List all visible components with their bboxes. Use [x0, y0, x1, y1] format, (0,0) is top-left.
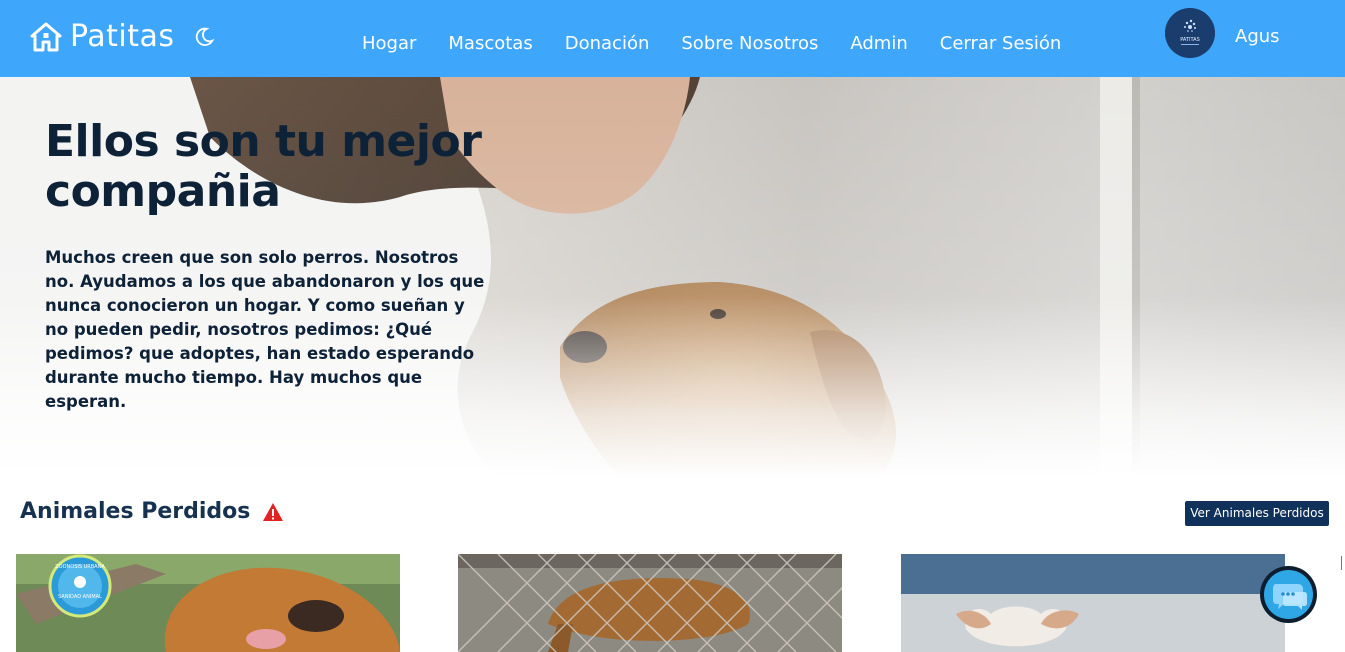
main-nav: Hogar Mascotas Donación Sobre Nosotros A…	[362, 33, 1093, 55]
nav-sobre-nosotros[interactable]: Sobre Nosotros	[681, 33, 818, 55]
lost-animals-heading: Animales Perdidos	[20, 498, 284, 526]
lost-animal-card[interactable]	[458, 554, 842, 652]
hero-description: Muchos creen que son solo perros. Nosotr…	[45, 248, 485, 411]
lost-animal-card[interactable]	[901, 554, 1285, 652]
lost-animal-photo	[901, 554, 1285, 652]
warning-icon	[263, 503, 284, 521]
svg-text:ZOONOSIS URBANA: ZOONOSIS URBANA	[55, 564, 105, 570]
brand-link[interactable]: Patitas	[30, 20, 215, 54]
nav-mascotas[interactable]: Mascotas	[448, 33, 532, 55]
nav-donacion[interactable]: Donación	[565, 33, 650, 55]
section-title: Animales Perdidos	[20, 499, 251, 524]
chat-bubble-icon	[1273, 584, 1307, 610]
hero-banner: Ellos son tu mejor compañia Muchos creen…	[0, 77, 1345, 477]
nav-hogar[interactable]: Hogar	[362, 33, 416, 55]
hero-title: Ellos son tu mejor compañia	[45, 116, 482, 217]
user-name[interactable]: Agus	[1235, 26, 1280, 48]
nav-cerrar-sesion[interactable]: Cerrar Sesión	[940, 33, 1062, 55]
house-icon	[30, 22, 62, 52]
svg-text:SANIDAD ANIMAL: SANIDAD ANIMAL	[58, 594, 102, 600]
chat-button[interactable]	[1260, 566, 1317, 623]
brand-name: Patitas	[70, 19, 175, 54]
see-lost-animals-button[interactable]: Ver Animales Perdidos	[1185, 501, 1329, 526]
scroll-edge	[1341, 556, 1344, 570]
avatar[interactable]: PATITAS	[1165, 8, 1215, 58]
lost-animal-photo: ZOONOSIS URBANA SANIDAD ANIMAL	[16, 554, 400, 652]
nav-admin[interactable]: Admin	[850, 33, 907, 55]
lost-animal-photo	[458, 554, 842, 652]
svg-text:PATITAS: PATITAS	[1180, 37, 1200, 43]
avatar-logo-icon: PATITAS	[1165, 8, 1215, 58]
navbar: Patitas Hogar Mascotas Donación Sobre No…	[0, 0, 1345, 77]
moon-icon[interactable]	[193, 26, 215, 48]
lost-animal-card[interactable]: ZOONOSIS URBANA SANIDAD ANIMAL	[16, 554, 400, 652]
